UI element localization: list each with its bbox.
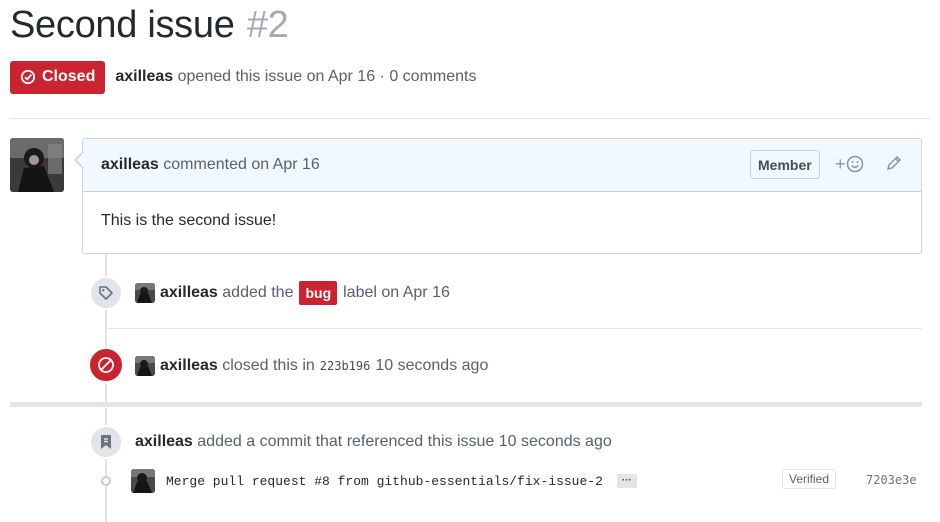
- comment-body: This is the second issue!: [101, 212, 277, 229]
- event-actor-link[interactable]: axilleas: [135, 433, 193, 451]
- git-commit-icon: [101, 476, 111, 486]
- state-badge: Closed: [10, 60, 106, 94]
- verified-badge[interactable]: Verified: [782, 469, 837, 489]
- event-actor-link[interactable]: axilleas: [160, 284, 218, 302]
- label-bug[interactable]: bug: [299, 281, 338, 305]
- event-referenced: axilleas added a commit that referenced …: [135, 430, 612, 454]
- member-badge: Member: [750, 150, 820, 179]
- event-closed: axilleas closed this in 223b196 10 secon…: [135, 354, 488, 378]
- meta-text: axilleas opened this issue on Apr 16 · 0…: [115, 68, 476, 86]
- issue-author-link[interactable]: axilleas: [115, 68, 173, 85]
- commit-sha-link[interactable]: 223b196: [320, 359, 371, 373]
- edit-comment-button[interactable]: [885, 154, 903, 177]
- tag-icon: [89, 276, 123, 310]
- meta-description: opened this issue on Apr 16 · 0 comments: [177, 68, 477, 85]
- avatar[interactable]: [135, 283, 155, 303]
- issue-number: #2: [246, 4, 289, 46]
- comment-action: commented on Apr 16: [163, 156, 320, 173]
- pencil-icon: [886, 155, 902, 171]
- issue-title-text: Second issue: [10, 4, 235, 46]
- comment-author-link[interactable]: axilleas: [101, 156, 159, 174]
- timeline-break: [10, 402, 922, 407]
- commit-message-link[interactable]: Merge pull request #8 from github-essent…: [166, 474, 603, 489]
- commit-sha-link[interactable]: 7203e3e: [866, 473, 917, 487]
- issue-meta: Closed axilleas opened this issue on Apr…: [10, 60, 476, 94]
- circle-slash-icon: [88, 347, 124, 383]
- divider: [10, 118, 930, 119]
- event-text: closed this in: [222, 357, 315, 374]
- bookmark-icon: [89, 425, 123, 459]
- event-text: 10 seconds ago: [375, 357, 489, 374]
- divider: [107, 328, 922, 329]
- avatar[interactable]: [10, 138, 64, 192]
- issue-title: Second issue #2: [10, 4, 289, 47]
- expand-commit-button[interactable]: ···: [616, 474, 637, 488]
- event-actor-link[interactable]: axilleas: [160, 357, 218, 375]
- issue-closed-icon: [20, 69, 36, 85]
- commit-row: Merge pull request #8 from github-essent…: [95, 468, 923, 494]
- event-labeled: axilleas added the bug label on Apr 16: [135, 281, 450, 305]
- avatar[interactable]: [131, 469, 155, 493]
- event-text: added the: [222, 284, 294, 301]
- comment-header: axilleas commented on Apr 16 Member +: [83, 139, 921, 192]
- event-text: added a commit that referenced this issu…: [197, 433, 612, 450]
- smiley-icon: [846, 155, 863, 173]
- state-label: Closed: [42, 68, 96, 85]
- avatar[interactable]: [135, 356, 155, 376]
- comment-box: axilleas commented on Apr 16 Member + Th…: [74, 138, 922, 254]
- plus-label: +: [835, 153, 846, 174]
- event-text: label on Apr 16: [343, 284, 450, 301]
- add-reaction-button[interactable]: +: [835, 153, 864, 175]
